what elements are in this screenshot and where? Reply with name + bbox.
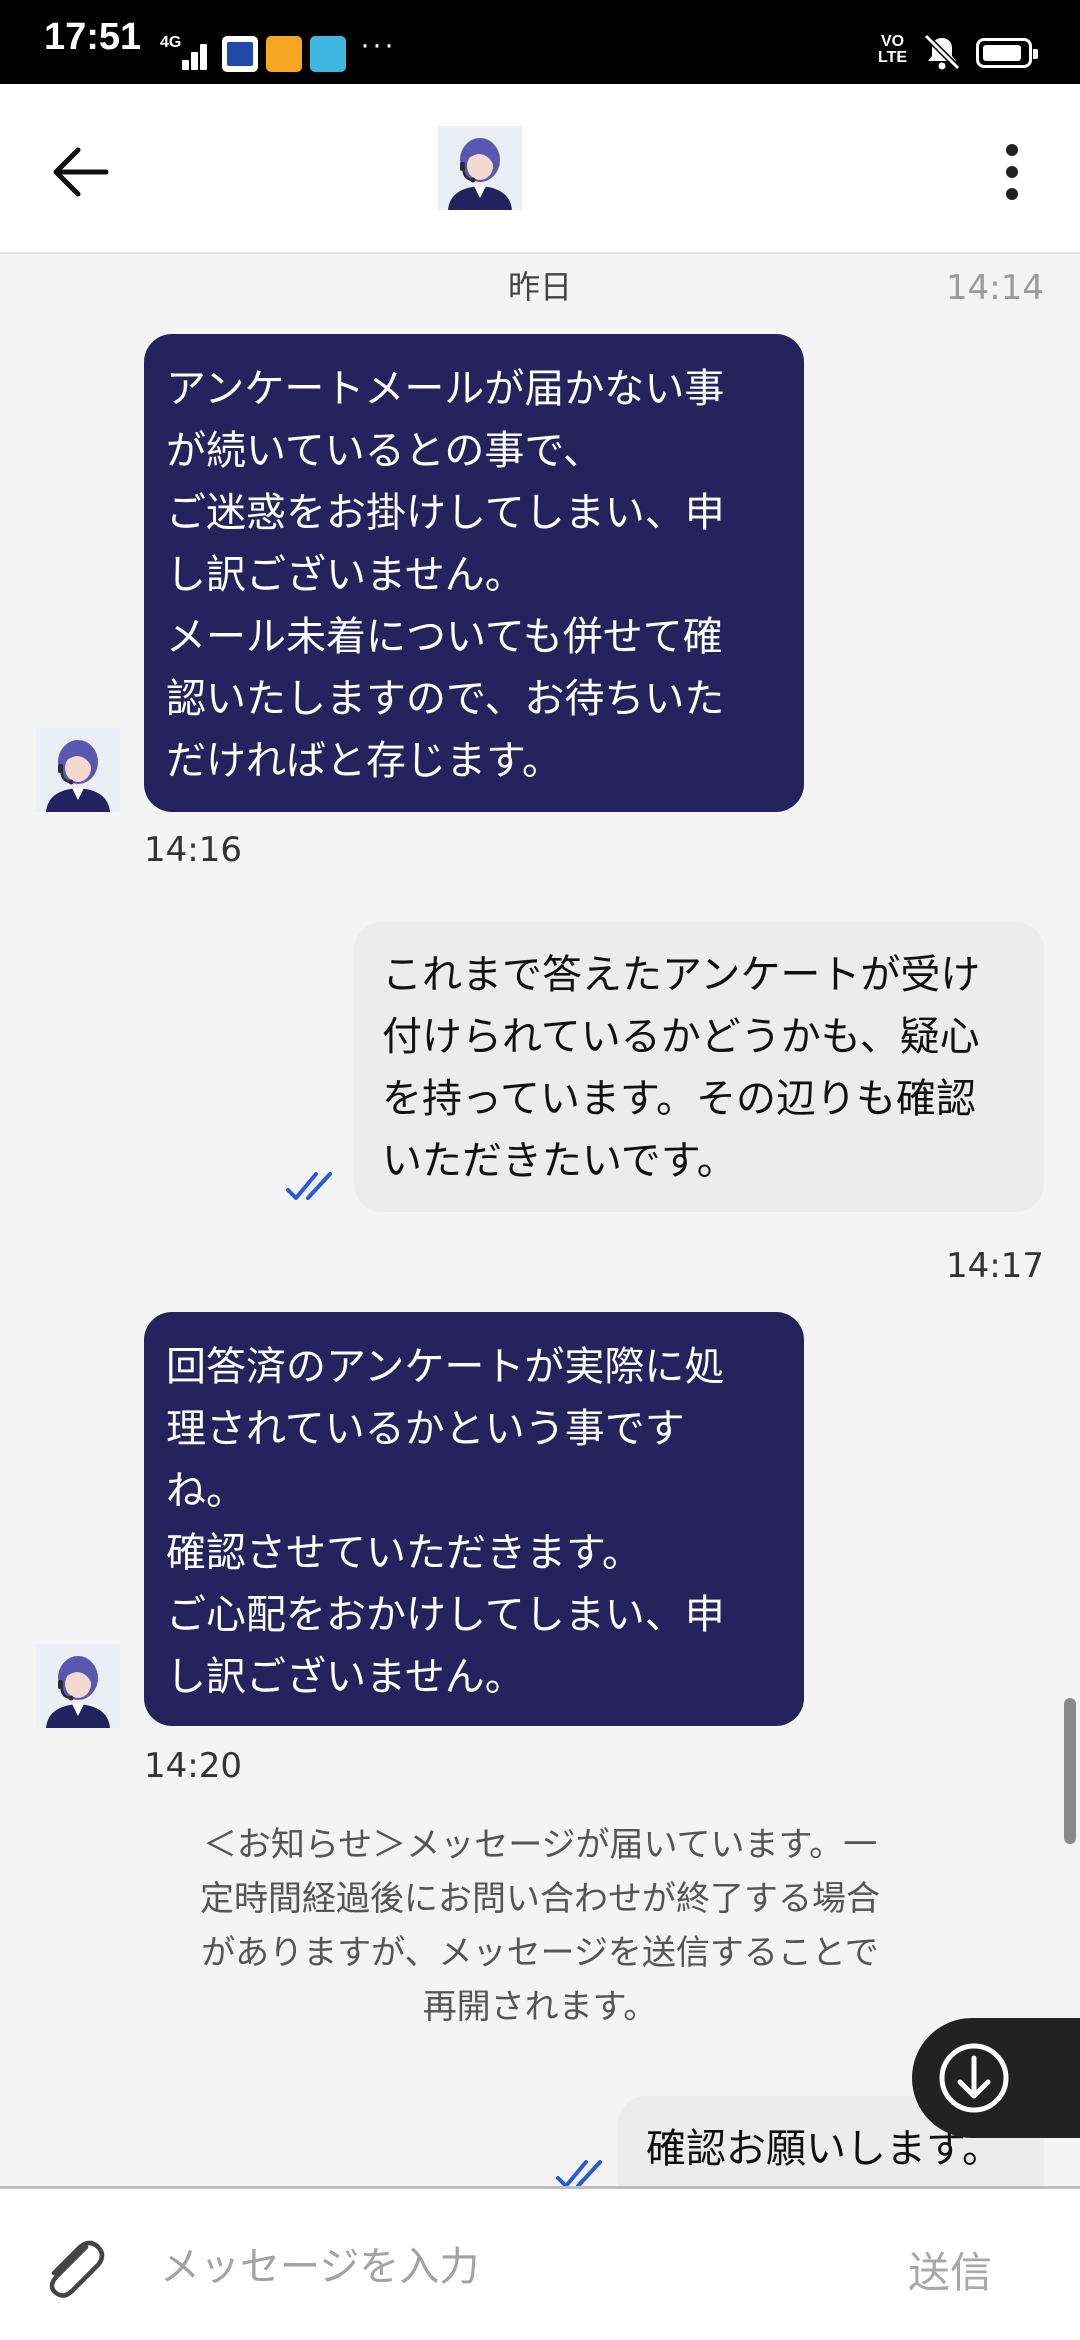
incoming-message-bubble[interactable]: 回答済のアンケートが実際に処 理されているかという事です ね。 確認させていただ…: [144, 1312, 804, 1726]
message-time: 14:20: [144, 1746, 242, 1786]
date-separator: 昨日: [507, 268, 572, 306]
notification-app-icon: [266, 36, 302, 72]
scroll-to-bottom-button[interactable]: [912, 2018, 1080, 2138]
status-time: 17:51: [44, 16, 142, 58]
status-bar: 17:51 4G ··· VO LTE: [0, 0, 1080, 84]
photos-app-icon: [310, 36, 346, 72]
message-time: 14:16: [144, 830, 242, 870]
silent-bell-icon: [923, 33, 961, 71]
incoming-message-bubble[interactable]: アンケートメールが届かない事 が続いているとの事で、 ご迷惑をお掛けしてしまい、…: [144, 334, 804, 812]
chat-header: [0, 84, 1080, 254]
outgoing-message-bubble[interactable]: これまで答えたアンケートが受け 付けられているかどうかも、疑心 を持っています。…: [354, 922, 1044, 1212]
message-time-faded: 14:14: [946, 268, 1044, 308]
read-check-icon: [556, 2160, 602, 2188]
more-notifications-icon: ···: [360, 28, 396, 61]
news-app-icon: [222, 36, 258, 72]
battery-icon: [976, 38, 1038, 68]
system-notice: ＜お知らせ＞メッセージが届いています。一 定時間経過後にお問い合わせが終了する場…: [200, 1825, 880, 2027]
signal-icon: [168, 38, 210, 70]
agent-avatar: [36, 728, 120, 812]
agent-avatar: [36, 1644, 120, 1728]
more-vertical-icon[interactable]: [990, 136, 1034, 208]
scrollbar[interactable]: [1064, 1698, 1076, 1844]
paperclip-icon[interactable]: [34, 2229, 114, 2309]
send-button[interactable]: 送信: [880, 2237, 1020, 2301]
message-composer: 送信: [0, 2186, 1080, 2340]
message-input[interactable]: [160, 2229, 860, 2305]
support-agent-avatar: [438, 126, 522, 210]
volte-indicator: VO LTE: [878, 33, 908, 66]
read-check-icon: [286, 1172, 332, 1200]
message-time: 14:17: [946, 1246, 1044, 1286]
back-arrow-icon[interactable]: [44, 136, 116, 208]
chat-screen: 17:51 4G ··· VO LTE 昨日 14:14 アンケートメールが届か…: [0, 0, 1080, 2340]
arrow-down-circle-icon: [939, 2043, 1009, 2113]
